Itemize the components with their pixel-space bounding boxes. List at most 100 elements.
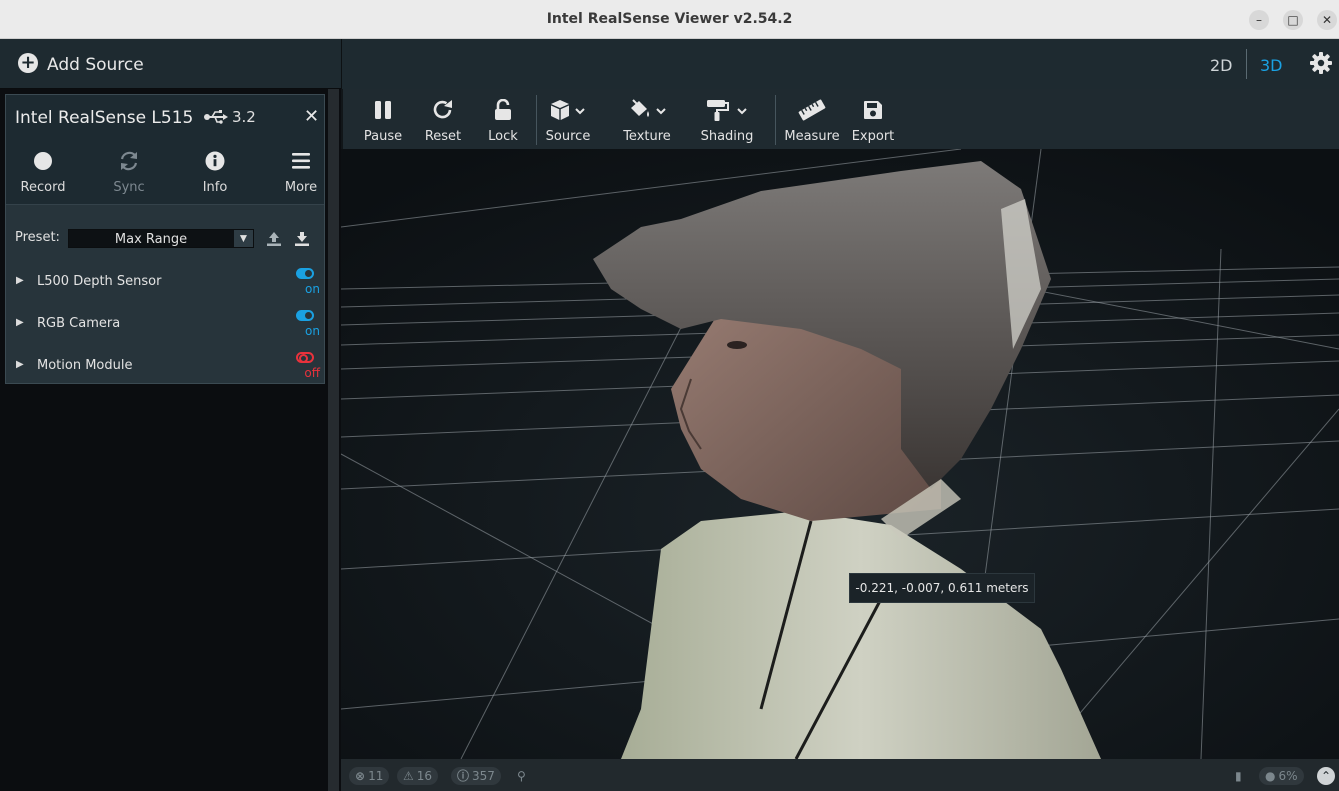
sidebar: + Add Source Intel RealSense L515 3.2 ✕: [0, 39, 341, 791]
preset-label: Preset:: [15, 230, 60, 245]
expand-icon[interactable]: ▶: [16, 275, 24, 286]
usb-version: 3.2: [232, 108, 256, 126]
reset-button[interactable]: Reset: [421, 98, 465, 144]
usb-indicator: 3.2: [204, 108, 256, 126]
preset-value: Max Range: [114, 232, 188, 247]
info-label: Info: [202, 180, 228, 195]
reset-icon: [433, 100, 452, 119]
preset-select[interactable]: Max Range ▼: [68, 229, 254, 248]
sensor-state: on: [305, 324, 320, 338]
source-dropdown[interactable]: Source: [541, 98, 595, 144]
device-close-icon[interactable]: ✕: [304, 106, 319, 127]
sensor-toggle[interactable]: [296, 310, 314, 321]
error-icon: ⊗: [355, 769, 366, 783]
sensor-row-motion[interactable]: ▶ Motion Module off: [6, 351, 324, 391]
window-titlebar: Intel RealSense Viewer v2.54.2 – □ ✕: [0, 0, 1339, 39]
sensor-row-depth[interactable]: ▶ L500 Depth Sensor on: [6, 267, 324, 307]
add-source-button[interactable]: + Add Source: [0, 39, 341, 89]
measure-label: Measure: [784, 129, 840, 144]
sensor-name: Motion Module: [37, 358, 133, 373]
record-button[interactable]: Record: [8, 147, 78, 195]
device-panel: Intel RealSense L515 3.2 ✕ Record Sync I…: [5, 94, 325, 384]
sync-button[interactable]: Sync: [94, 147, 164, 195]
error-count-value: 11: [368, 769, 384, 783]
usb-icon: [204, 110, 228, 124]
sensor-name: L500 Depth Sensor: [37, 274, 162, 289]
sensor-name: RGB Camera: [37, 316, 121, 331]
mode-separator: [1246, 49, 1247, 79]
chevron-up-icon[interactable]: ⌃: [1317, 767, 1335, 785]
window-title: Intel RealSense Viewer v2.54.2: [546, 11, 793, 27]
sensor-toggle[interactable]: [296, 352, 314, 363]
warning-icon: ⚠: [403, 769, 414, 783]
paint-bucket-icon: [631, 99, 666, 117]
lock-icon: [495, 99, 511, 120]
view-header: 2D 3D: [341, 39, 1339, 89]
gear-icon[interactable]: [1309, 51, 1333, 75]
dropdown-arrow-icon[interactable]: ▼: [234, 230, 253, 247]
expand-icon[interactable]: ▶: [16, 359, 24, 370]
viewport-toolbar: Pause Reset Lock Source Texture Shading …: [343, 89, 1339, 149]
sync-label: Sync: [113, 180, 145, 195]
sync-icon: [120, 151, 138, 171]
pause-label: Pause: [363, 129, 403, 144]
sensor-state: off: [304, 366, 320, 380]
more-label: More: [284, 180, 318, 195]
error-count[interactable]: ⊗ 11: [349, 767, 390, 785]
toolbar-separator: [775, 95, 776, 145]
download-icon[interactable]: [294, 231, 310, 247]
cube-icon: [551, 100, 585, 120]
paint-roller-icon: [707, 100, 747, 121]
texture-label: Texture: [623, 129, 671, 144]
lock-label: Lock: [488, 129, 518, 144]
info-button[interactable]: Info: [180, 147, 250, 195]
info-count-value: 357: [472, 769, 495, 783]
more-button[interactable]: More: [266, 147, 336, 195]
zoom-value: 6%: [1278, 769, 1298, 783]
search-icon[interactable]: ⚲: [511, 767, 532, 785]
device-tools: Record Sync Info More: [6, 139, 324, 205]
pause-button[interactable]: Pause: [361, 98, 405, 144]
shading-label: Shading: [700, 129, 754, 144]
shading-dropdown[interactable]: Shading: [699, 98, 755, 144]
upload-icon[interactable]: [266, 231, 282, 247]
export-label: Export: [851, 129, 895, 144]
save-icon: [864, 101, 882, 119]
sensor-toggle[interactable]: [296, 268, 314, 279]
status-bar: ⊗ 11 ⚠ 16 ⓘ 357 ⚲ ▮ ● 6% ⌃: [341, 759, 1339, 791]
plus-icon: +: [18, 53, 38, 73]
record-icon: [34, 152, 52, 170]
zoom-indicator: ● 6%: [1259, 767, 1304, 785]
measure-button[interactable]: Measure: [783, 98, 841, 144]
trash-icon[interactable]: ▮: [1229, 767, 1248, 785]
sensor-row-rgb[interactable]: ▶ RGB Camera on: [6, 309, 324, 349]
add-source-label: Add Source: [47, 55, 144, 75]
maximize-icon[interactable]: □: [1283, 10, 1303, 30]
mode-3d-button[interactable]: 3D: [1260, 56, 1283, 75]
mode-2d-button[interactable]: 2D: [1210, 56, 1233, 75]
close-icon[interactable]: ✕: [1317, 10, 1337, 30]
point-cloud-scene[interactable]: [341, 149, 1339, 759]
warning-count-value: 16: [416, 769, 433, 783]
expand-icon[interactable]: ▶: [16, 317, 24, 328]
reset-label: Reset: [424, 129, 462, 144]
info-icon: [205, 151, 225, 171]
measurement-tooltip: -0.221, -0.007, 0.611 meters: [849, 573, 1035, 603]
info-count[interactable]: ⓘ 357: [451, 767, 501, 785]
lock-button[interactable]: Lock: [481, 98, 525, 144]
device-header: Intel RealSense L515 3.2 ✕: [6, 95, 324, 139]
minimize-icon[interactable]: –: [1249, 10, 1269, 30]
droplet-icon: ●: [1265, 769, 1276, 783]
record-label: Record: [20, 180, 66, 195]
menu-icon: [292, 153, 310, 169]
toolbar-separator: [536, 95, 537, 145]
export-button[interactable]: Export: [849, 98, 897, 144]
texture-dropdown[interactable]: Texture: [619, 98, 675, 144]
device-name: Intel RealSense L515: [15, 108, 194, 128]
warning-count[interactable]: ⚠ 16: [397, 767, 439, 785]
viewport-3d[interactable]: Pause Reset Lock Source Texture Shading …: [341, 89, 1339, 791]
source-label: Source: [545, 129, 591, 144]
sensor-state: on: [305, 282, 320, 296]
info-small-icon: ⓘ: [457, 769, 470, 783]
pause-icon: [375, 101, 391, 119]
